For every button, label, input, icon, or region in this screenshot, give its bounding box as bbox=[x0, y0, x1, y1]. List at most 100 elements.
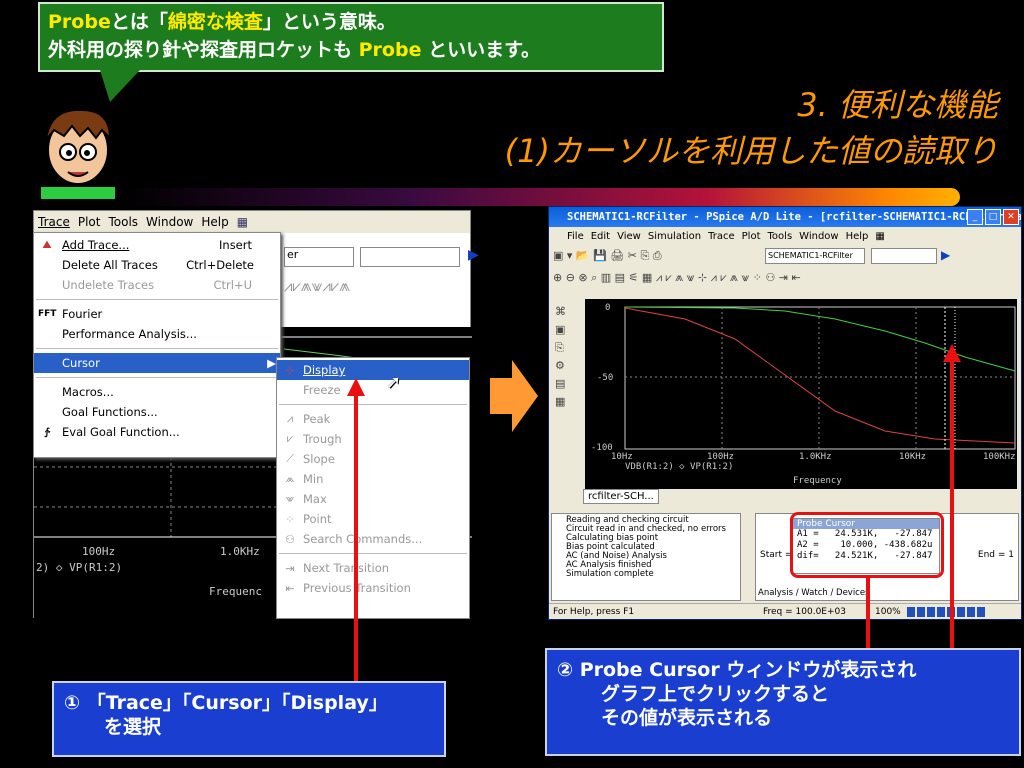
menu-item-eval-goal-function[interactable]: ∱ Eval Goal Function... bbox=[34, 422, 280, 442]
submenu-item-max[interactable]: ⩖ Max bbox=[277, 489, 469, 509]
callout-text: といいます。 bbox=[421, 39, 541, 61]
trough-icon: ⩗ bbox=[286, 432, 294, 445]
end-label: End = 1 bbox=[977, 550, 1014, 560]
profile-select[interactable]: SCHEMATIC1-RCFilter bbox=[765, 248, 865, 264]
mouse-pointer-icon: ➚ bbox=[386, 372, 402, 393]
x-tick: 100Hz bbox=[82, 545, 116, 558]
menu-edit[interactable]: Edit bbox=[591, 231, 610, 242]
menu-help[interactable]: Help bbox=[846, 231, 869, 242]
min-icon: ⩕ bbox=[285, 472, 295, 485]
run-icon[interactable]: ▶ bbox=[468, 247, 479, 263]
callout-text: 」という意味。 bbox=[262, 11, 396, 33]
y-tick: 0 bbox=[605, 303, 611, 313]
submenu-item-previous-transition[interactable]: ⇤ Previous Transition bbox=[277, 578, 469, 598]
minimize-icon[interactable]: _ bbox=[967, 209, 983, 225]
menu-trace[interactable]: Trace bbox=[38, 215, 70, 229]
cursor-toolbar-icons[interactable]: ⩘⩗⩕⩖⩘⩗⩕ bbox=[284, 277, 350, 295]
submenu-item-min[interactable]: ⩕ Min bbox=[277, 469, 469, 489]
x-tick: 1.0KHz bbox=[220, 545, 260, 558]
cursor-submenu: ⊹ Display Freeze ⩘ Peak ⩗ Trough ⟋ Slope ⩕ Mi… bbox=[276, 357, 470, 619]
point-icon: ⁘ bbox=[285, 512, 295, 526]
submenu-item-trough[interactable]: ⩗ Trough bbox=[277, 429, 469, 449]
explanation-callout: Probeとは「綿密な検査」という意味。 外科用の探り針や探査用ロケットも Pr… bbox=[38, 2, 664, 72]
menu-window[interactable]: Window bbox=[799, 231, 838, 242]
pointer-arrowhead bbox=[943, 344, 961, 362]
menu-plot[interactable]: Plot bbox=[78, 215, 101, 229]
callout-text: とは「 bbox=[110, 11, 168, 33]
menu-item-delete-all-traces[interactable]: Delete All Traces Ctrl+Delete bbox=[34, 255, 280, 275]
x-tick: 10KHz bbox=[899, 452, 927, 462]
toolbar-icons[interactable]: ▣ ▾ 📂 💾 🖨 ✂ ⎘ ⎙ bbox=[553, 249, 662, 263]
trace-menu: ⛰ Add Trace... Insert Delete All Traces Ctr… bbox=[33, 232, 281, 458]
menu-item-performance-analysis[interactable]: Performance Analysis... bbox=[34, 324, 280, 344]
combo-field[interactable] bbox=[871, 248, 937, 264]
combo-field[interactable] bbox=[360, 247, 460, 267]
next-transition-icon: ⇥ bbox=[285, 561, 295, 575]
highlight-box bbox=[790, 512, 944, 578]
grid-icon[interactable]: ▦ bbox=[237, 215, 248, 229]
progress-bar bbox=[907, 607, 985, 617]
peak-icon: ⩘ bbox=[286, 412, 294, 425]
start-label: Start = bbox=[760, 550, 793, 560]
menu-item-goal-functions[interactable]: Goal Functions... bbox=[34, 402, 280, 422]
x-tick: 10Hz bbox=[611, 452, 633, 462]
x-axis-label: Frequenc bbox=[209, 585, 262, 598]
step2-line: ② Probe Cursor ウィンドウが表示され bbox=[557, 659, 917, 681]
menu-separator bbox=[279, 404, 467, 405]
submenu-item-display[interactable]: ⊹ Display bbox=[277, 360, 469, 380]
menu-view[interactable]: View bbox=[617, 231, 641, 242]
close-icon[interactable]: ✕ bbox=[1003, 209, 1019, 225]
submenu-item-slope[interactable]: ⟋ Slope bbox=[277, 449, 469, 469]
menu-item-macros[interactable]: Macros... bbox=[34, 382, 280, 402]
menu-separator bbox=[36, 348, 278, 349]
step2-box: ② Probe Cursor ウィンドウが表示され グラフ上でクリックすると そ… bbox=[545, 648, 1021, 756]
callout-highlight: Probe bbox=[48, 11, 111, 33]
step2-line: その値が表示される bbox=[601, 707, 773, 729]
callout-tail bbox=[100, 70, 140, 102]
maximize-icon[interactable]: □ bbox=[985, 209, 1001, 225]
menu-separator bbox=[279, 553, 467, 554]
menu-item-cursor[interactable]: Cursor ▶ bbox=[34, 353, 280, 373]
fft-icon: FFT bbox=[38, 309, 57, 319]
field-left[interactable]: er bbox=[284, 247, 354, 267]
menu-help[interactable]: Help bbox=[201, 215, 228, 229]
submenu-item-peak[interactable]: ⩘ Peak bbox=[277, 409, 469, 429]
menu-trace[interactable]: Trace bbox=[708, 231, 735, 242]
menubar: Trace Plot Tools Window Help ▦ bbox=[34, 211, 470, 233]
menu-window[interactable]: Window bbox=[146, 215, 193, 229]
menu-item-undelete-traces[interactable]: Undelete Traces Ctrl+U bbox=[34, 275, 280, 295]
run-icon[interactable]: ▶ bbox=[941, 248, 950, 262]
menu-tools[interactable]: Tools bbox=[768, 231, 793, 242]
pointer-line bbox=[866, 578, 870, 650]
log-line: Simulation complete bbox=[566, 569, 654, 579]
menu-item-add-trace[interactable]: ⛰ Add Trace... Insert bbox=[34, 235, 280, 255]
submenu-arrow-icon: ▶ bbox=[267, 356, 276, 370]
callout-text: 外科用の探り針や探査用ロケットも bbox=[48, 39, 359, 61]
submenu-item-search-commands[interactable]: ⚇ Search Commands... bbox=[277, 529, 469, 549]
cursor-display-icon: ⊹ bbox=[285, 363, 295, 377]
menu-item-fourier[interactable]: FFT Fourier bbox=[34, 304, 280, 324]
max-icon: ⩖ bbox=[285, 492, 295, 505]
menu-file[interactable]: File bbox=[567, 231, 584, 242]
submenu-item-next-transition[interactable]: ⇥ Next Transition bbox=[277, 558, 469, 578]
step1-line: ① 「Trace」「Cursor」「Display」 bbox=[64, 692, 388, 714]
grid-icon[interactable]: ▦ bbox=[875, 231, 884, 242]
menu-tools[interactable]: Tools bbox=[108, 215, 138, 229]
freq-readout: Freq = 100.0E+03 bbox=[763, 607, 846, 617]
previous-transition-icon: ⇤ bbox=[285, 581, 295, 595]
section-title: 3. 便利な機能 bbox=[797, 86, 998, 124]
decorative-gradient-bar bbox=[120, 188, 960, 206]
bottom-tabs[interactable]: Analysis / Watch / Devices bbox=[758, 588, 870, 598]
section-subtitle: (1)カーソルを利用した値の読取り bbox=[504, 132, 998, 170]
side-toolbar[interactable]: ⌘ ▣ ⎘ ⚙ ▤ ▦ bbox=[555, 303, 566, 411]
submenu-item-point[interactable]: ⁘ Point bbox=[277, 509, 469, 529]
toolbar-icons-row2[interactable]: ⊕ ⊖ ⊗ ⌕ ▥ ▤ ⚟ ▦ ⩘ ⩗ ⩕ ⩖ ⊹ ⩘ ⩗ ⩕ ⩖ ⁘ ⚇ ⇥ … bbox=[553, 271, 801, 285]
submenu-item-freeze[interactable]: Freeze bbox=[277, 380, 469, 400]
pointer-line bbox=[950, 360, 954, 650]
tab-rcfilter[interactable]: rcfilter-SCH... bbox=[583, 489, 659, 504]
status-text: For Help, press F1 bbox=[553, 607, 635, 617]
plot-legend: 2) ◇ VP(R1:2) bbox=[36, 561, 123, 574]
menu-simulation[interactable]: Simulation bbox=[648, 231, 701, 242]
menu-plot[interactable]: Plot bbox=[742, 231, 761, 242]
menubar: File Edit View Simulation Trace Plot Too… bbox=[549, 227, 1021, 245]
